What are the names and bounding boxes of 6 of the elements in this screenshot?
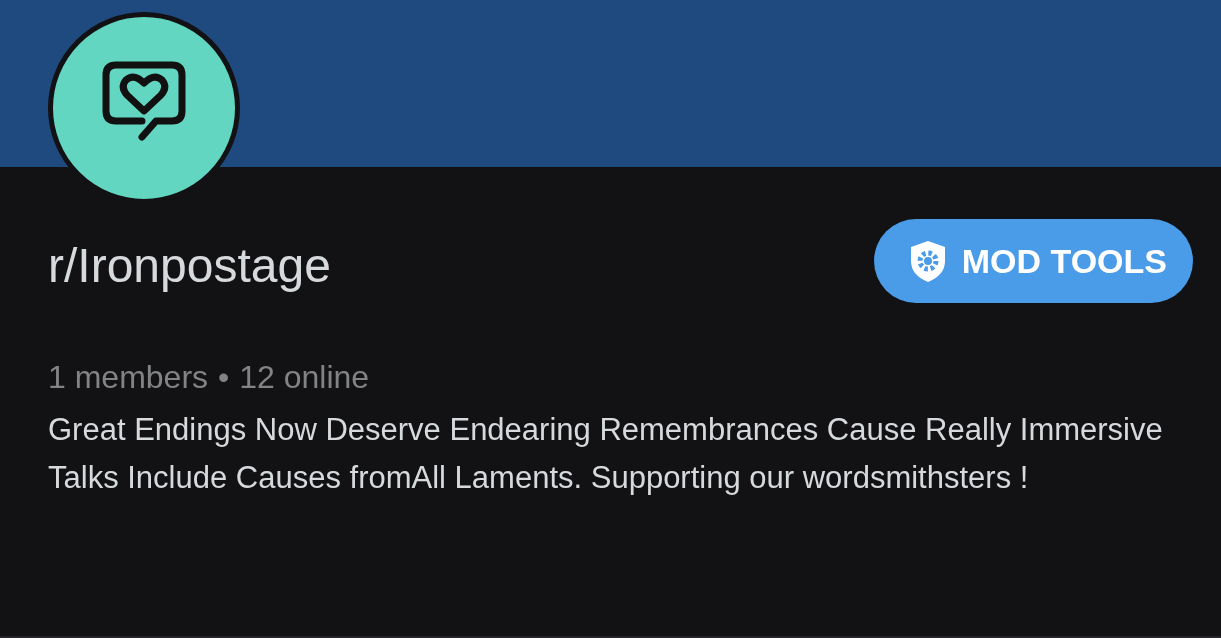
member-count: 1 members [48, 359, 209, 396]
online-count: 12 online [239, 359, 370, 396]
community-name: r/Ironpostage [48, 237, 331, 293]
community-description: Great Endings Now Deserve Endearing Remembrances Cause Really Immersive Talks Include Causes fromAll Laments. Supporting our wordsmithsters ! [48, 411, 1164, 497]
mod-tools-button[interactable]: MOD TOOLS [873, 219, 1193, 303]
separator-dot: • [218, 359, 230, 396]
